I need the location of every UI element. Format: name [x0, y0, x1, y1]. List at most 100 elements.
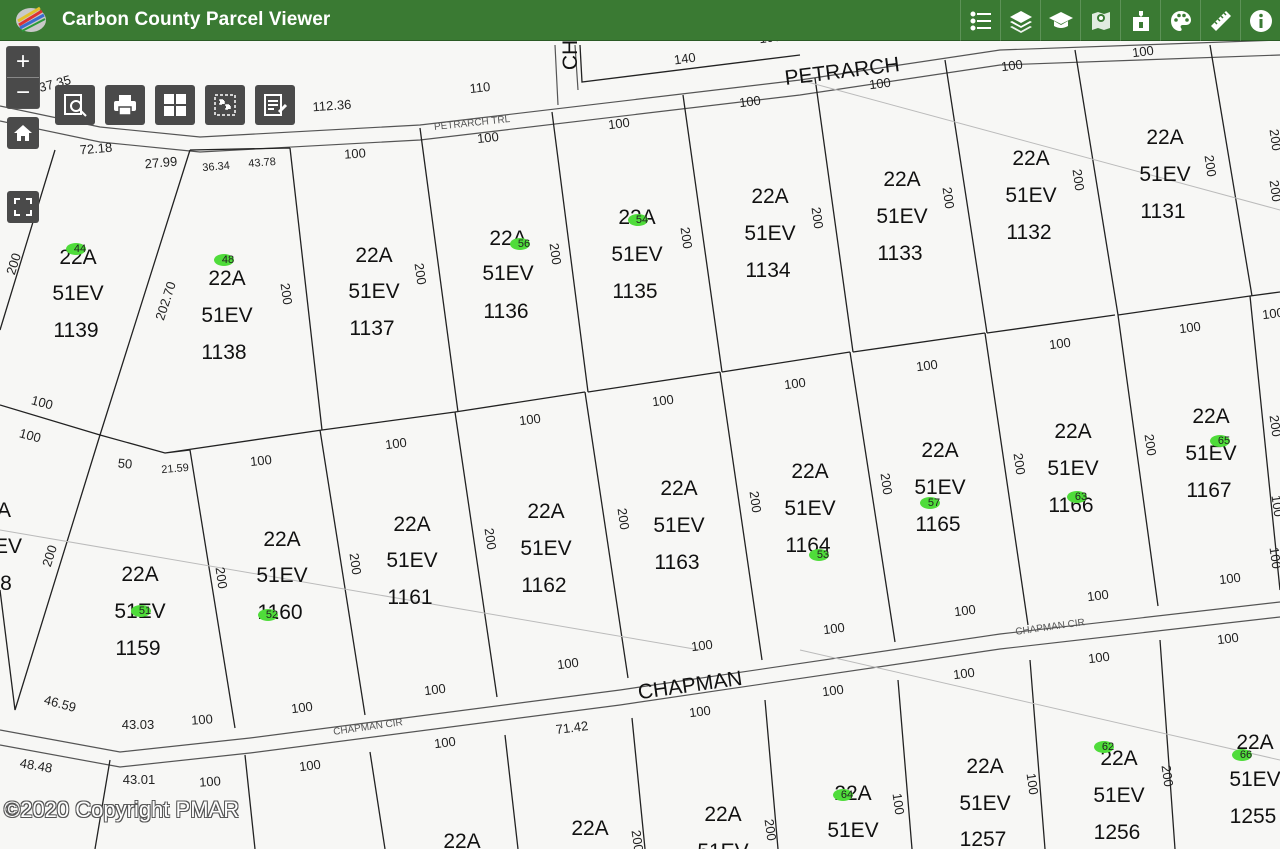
house-number-marker: 54: [628, 214, 648, 226]
print-button[interactable]: [105, 85, 145, 125]
toolbar: [960, 0, 1280, 41]
parcel-1161[interactable]: 22A 51EV 1161: [386, 513, 437, 609]
svg-text:72.18: 72.18: [79, 140, 113, 158]
palette-icon: [1170, 10, 1191, 31]
svg-text:100: 100: [1000, 57, 1023, 75]
svg-text:1138: 1138: [201, 341, 246, 364]
svg-text:100: 100: [822, 620, 845, 638]
svg-text:200: 200: [809, 206, 827, 230]
svg-text:62: 62: [1102, 741, 1114, 753]
parcel-lines: [0, 44, 1280, 849]
fullscreen-button[interactable]: [7, 191, 39, 223]
parcel-1133[interactable]: 22A 51EV 1133: [876, 168, 927, 265]
palette-button[interactable]: [1160, 0, 1200, 41]
svg-text:51EV: 51EV: [52, 282, 103, 305]
zoom-out-button[interactable]: −: [7, 77, 39, 108]
svg-text:100: 100: [1178, 319, 1201, 337]
svg-text:200: 200: [1142, 433, 1160, 457]
zoom-in-button[interactable]: +: [7, 47, 39, 77]
house-number-marker: 64: [833, 789, 853, 801]
parcel-1132[interactable]: 22A 51EV 1132: [1005, 147, 1056, 244]
svg-text:100: 100: [915, 357, 938, 375]
svg-text:51EV: 51EV: [914, 476, 965, 499]
street-label-chapman-cir-2: CHAPMAN CIR: [1015, 617, 1086, 638]
svg-text:200: 200: [412, 262, 430, 286]
svg-text:100: 100: [191, 711, 214, 727]
grid-icon: [164, 94, 186, 116]
house-number-marker: 56: [510, 238, 530, 250]
svg-text:200: 200: [482, 527, 500, 551]
svg-text:100: 100: [476, 129, 499, 146]
parcel-1167[interactable]: 22A51EV1167: [1185, 405, 1236, 502]
parcel-map[interactable]: PETRARCH PETRARCH TRL CHAPMAN CHAPMAN CI…: [0, 41, 1280, 849]
home-icon: [14, 125, 32, 141]
street-label-chapman: CHAPMAN: [636, 667, 743, 704]
parcel-partial-3[interactable]: 22A: [571, 817, 608, 840]
svg-text:1162: 1162: [521, 574, 566, 597]
home-button[interactable]: [7, 117, 39, 149]
svg-text:200: 200: [678, 226, 696, 250]
education-button[interactable]: [1040, 0, 1080, 41]
svg-text:22A: 22A: [263, 528, 300, 551]
svg-text:200: 200: [278, 282, 296, 306]
basemap-gallery-button[interactable]: [155, 85, 195, 125]
svg-text:22A: 22A: [1146, 126, 1183, 149]
svg-text:100: 100: [18, 425, 43, 445]
svg-text:100: 100: [298, 757, 321, 775]
svg-text:43.78: 43.78: [248, 156, 276, 170]
svg-text:200: 200: [762, 818, 780, 842]
svg-text:51EV: 51EV: [611, 243, 662, 266]
parcel-1131[interactable]: 22A 51EV 1131: [1139, 126, 1190, 223]
map-marker-button[interactable]: [1080, 0, 1120, 41]
info-icon: [1249, 9, 1272, 32]
svg-text:50: 50: [117, 455, 133, 471]
svg-text:22A: 22A: [527, 500, 564, 523]
svg-text:100: 100: [1218, 570, 1241, 588]
svg-text:48.48: 48.48: [19, 755, 54, 775]
bookmark-button[interactable]: [1120, 0, 1160, 41]
parcel-1139[interactable]: 22A51EV1139: [52, 246, 103, 342]
parcel-1162[interactable]: 22A 51EV 1162: [520, 500, 571, 597]
parcel-1256[interactable]: 22A51EV1256: [1093, 747, 1144, 844]
svg-text:100: 100: [199, 773, 222, 789]
svg-text:200: 200: [747, 490, 765, 514]
measure-button[interactable]: [1200, 0, 1240, 41]
svg-text:27.99: 27.99: [144, 154, 178, 172]
svg-text:1256: 1256: [1094, 821, 1141, 844]
svg-text:46.59: 46.59: [42, 692, 77, 715]
parcel-1134[interactable]: 22A 51EV 1134: [744, 185, 795, 282]
svg-text:100: 100: [1269, 494, 1280, 518]
parcel-1255[interactable]: 22A51EV1255: [1229, 731, 1280, 828]
parcel-partial-2[interactable]: 22A 51EV: [697, 803, 748, 849]
layers-button[interactable]: [1000, 0, 1040, 41]
select-parcels-button[interactable]: [205, 85, 245, 125]
house-number-marker: 51: [131, 605, 151, 617]
parcel-1165[interactable]: 22A 51EV 1165: [914, 439, 965, 536]
parcel-1163[interactable]: 22A 51EV 1163: [653, 477, 704, 574]
svg-text:22A: 22A: [1192, 405, 1229, 428]
parcel-1138[interactable]: 22A 51EV 1138: [201, 267, 252, 364]
svg-text:52: 52: [266, 609, 278, 621]
svg-text:22A: 22A: [1054, 420, 1091, 443]
parcel-partial-4[interactable]: 22A: [443, 830, 480, 849]
svg-text:100: 100: [758, 41, 781, 46]
parcel-1137[interactable]: 22A 51EV 1137: [348, 244, 399, 340]
app-title: Carbon County Parcel Viewer: [62, 9, 331, 30]
svg-text:200: 200: [3, 251, 24, 276]
report-button[interactable]: [255, 85, 295, 125]
svg-text:100: 100: [556, 655, 579, 673]
info-button[interactable]: [1240, 0, 1280, 41]
parcel-partial-5[interactable]: A EV 8: [0, 499, 22, 595]
parcel-1164[interactable]: 22A51EV1164: [784, 460, 835, 557]
print-icon: [114, 95, 136, 116]
parcel-1257[interactable]: 22A 51EV 1257: [959, 755, 1010, 849]
svg-text:51EV: 51EV: [201, 304, 252, 327]
parcel-layer[interactable]: PETRARCH PETRARCH TRL CHAPMAN CHAPMAN CI…: [0, 41, 1280, 849]
legend-button[interactable]: [960, 0, 1000, 41]
search-button[interactable]: [55, 85, 95, 125]
svg-text:100: 100: [1267, 546, 1280, 570]
svg-text:100: 100: [518, 411, 541, 429]
parcel-labels[interactable]: 22A51EV1139 22A51EV1138 22A51EV1137 22A5…: [0, 126, 1280, 849]
svg-text:200: 200: [213, 566, 231, 590]
svg-text:1163: 1163: [654, 551, 699, 574]
